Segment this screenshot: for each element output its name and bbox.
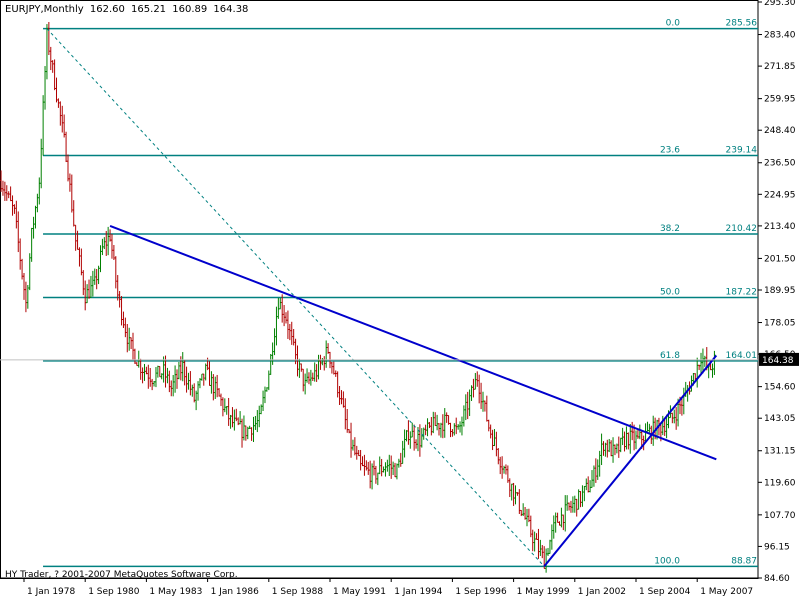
x-tick-label: 1 Sep 1988	[272, 587, 324, 597]
ohlc-open: 162.60	[89, 4, 125, 15]
x-tick-label: 1 Jan 1978	[27, 587, 75, 597]
y-tick-label: 154.60	[764, 383, 796, 393]
y-tick-label: 201.50	[764, 254, 796, 264]
trend-line	[543, 354, 718, 567]
chart-header: EURJPY,Monthly 162.60 165.21 160.89 164.…	[5, 4, 251, 15]
y-tick-label: 271.85	[764, 62, 796, 72]
x-tick-label: 1 Sep 1996	[455, 587, 507, 597]
y-tick-label: 84.60	[764, 574, 790, 584]
fibonacci-price-label: 239.14	[726, 146, 758, 156]
copyright-footer: HY Trader, ? 2001-2007 MetaQuotes Softwa…	[5, 570, 238, 580]
y-tick-label: 295.30	[764, 0, 796, 8]
x-tick-label: 1 May 1999	[517, 587, 570, 597]
x-tick-label: 1 Jan 1994	[394, 587, 442, 597]
ohlc-high: 165.21	[131, 4, 167, 15]
x-tick-label: 1 May 1991	[333, 587, 386, 597]
y-tick-label: 143.05	[764, 414, 796, 424]
chart-svg: 295.30 283.40 271.85 259.95 248.40 236.50 224.…	[0, 0, 799, 597]
y-tick-label: 189.95	[764, 286, 796, 296]
ohlc-low: 160.89	[172, 4, 208, 15]
x-tick-label: 1 Sep 2004	[639, 587, 691, 597]
plot-frame	[0, 0, 759, 579]
chart: 295.30 283.40 271.85 259.95 248.40 236.50 224.…	[0, 0, 800, 600]
trend-line	[109, 224, 717, 461]
y-tick-label: 283.40	[764, 31, 796, 41]
fibonacci-price-label: 88.87	[731, 556, 757, 566]
fibonacci-level-label: 50.0	[660, 287, 680, 297]
fibonacci-level-label: 38.2	[660, 224, 680, 234]
fibonacci-level-label: 0.0	[666, 19, 681, 29]
y-tick-label: 178.05	[764, 319, 796, 329]
y-tick-label: 259.95	[764, 95, 796, 105]
y-tick-label: 236.50	[764, 159, 796, 169]
fibonacci-price-label: 285.56	[726, 19, 758, 29]
x-tick-label: 1 Sep 1980	[88, 587, 140, 597]
y-tick-label: 224.95	[764, 190, 796, 200]
fibonacci-price-label: 187.22	[726, 287, 758, 297]
y-tick-label: 248.40	[764, 126, 796, 136]
ohlc-close: 164.38	[213, 4, 249, 15]
fibonacci-price-label: 210.42	[726, 224, 758, 234]
symbol-timeframe: EURJPY,Monthly	[5, 4, 84, 15]
x-tick-label: 1 May 2007	[700, 587, 753, 597]
fibonacci-level-label: 100.0	[654, 556, 680, 566]
fibonacci-level-label: 23.6	[660, 146, 680, 156]
y-tick-label: 96.15	[764, 542, 790, 552]
y-tick-label: 119.60	[764, 478, 796, 488]
x-tick-label: 1 May 1983	[149, 587, 202, 597]
y-tick-label: 213.40	[764, 222, 796, 232]
current-price-label: 164.38	[762, 356, 794, 366]
y-tick-label: 107.70	[764, 511, 796, 521]
x-tick-label: 1 Jan 2002	[578, 587, 626, 597]
y-tick-label: 131.15	[764, 447, 796, 457]
x-tick-label: 1 Jan 1986	[211, 587, 259, 597]
